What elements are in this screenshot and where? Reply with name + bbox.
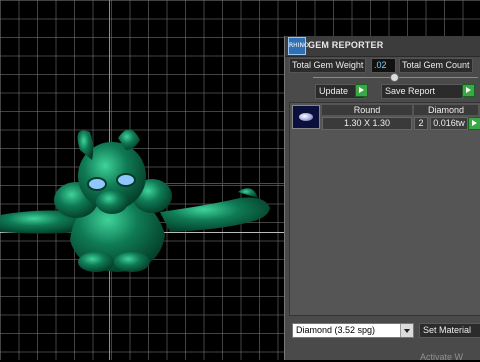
slider-knob[interactable]	[390, 73, 399, 82]
total-gem-weight-value: .02	[371, 58, 396, 73]
gem-row-arrow-icon[interactable]	[468, 117, 480, 130]
material-select-value: Diamond (3.52 spg)	[296, 325, 376, 335]
save-report-arrow-icon[interactable]	[462, 84, 475, 97]
update-arrow-icon[interactable]	[355, 84, 368, 97]
gem-count-cell: 2	[414, 117, 428, 130]
total-gem-count-label: Total Gem Count	[399, 58, 473, 73]
panel-title: GEM REPORTER	[308, 40, 384, 50]
gem-list: Round Diamond 1.30 X 1.30 2 0.016tw	[289, 102, 480, 316]
chevron-down-icon[interactable]	[400, 324, 413, 337]
gem-weight-cell: 0.016tw	[430, 117, 468, 130]
gem-size-cell: 1.30 X 1.30	[322, 117, 412, 130]
gem-shape-header: Round	[322, 105, 412, 115]
gem-material-header: Diamond	[414, 105, 478, 115]
material-select[interactable]: Diamond (3.52 spg)	[292, 323, 414, 338]
gem-reporter-panel: RHINO GEM REPORTER Total Gem Weight .02 …	[284, 36, 480, 360]
activation-watermark: Activate W	[420, 352, 464, 362]
total-gem-weight-label: Total Gem Weight	[289, 58, 367, 73]
gargoyle-model[interactable]	[0, 120, 290, 280]
set-material-button[interactable]: Set Material	[419, 323, 480, 338]
panel-titlebar[interactable]: RHINO GEM REPORTER	[285, 36, 480, 57]
rhino-logo-icon: RHINO	[288, 37, 309, 55]
round-gem-thumbnail-icon[interactable]	[292, 105, 320, 129]
save-report-button[interactable]: Save Report	[381, 84, 463, 99]
